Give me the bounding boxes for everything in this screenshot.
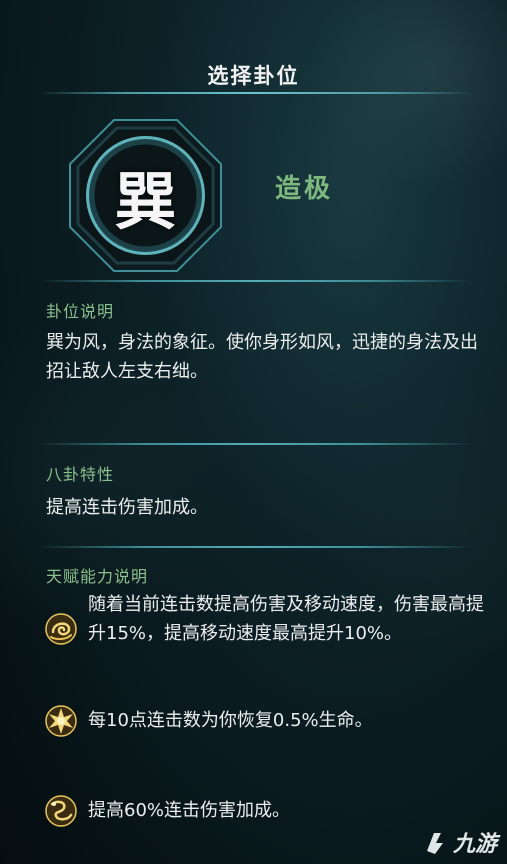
talent-ability-item: 随着当前连击数提高伤害及移动速度，伤害最高提升15%，提高移动速度最高提升10%…	[44, 590, 494, 680]
description-text: 巽为风，身法的象征。使你身形如风，迅捷的身法及出招让敌人左支右绌。	[46, 332, 478, 382]
page-title: 选择卦位	[207, 64, 300, 88]
talent-ability-item: 每10点连击数为你恢复0.5%生命。	[44, 704, 494, 740]
wind-dragon-icon	[44, 794, 78, 828]
talent-ability-text: 提高60%连击伤害加成。	[88, 800, 291, 821]
swirl-wind-icon	[44, 612, 78, 646]
trigram-character: 巽	[114, 164, 177, 238]
watermark-logo-icon	[426, 833, 443, 854]
talent-ability-text: 每10点连击数为你恢复0.5%生命。	[88, 710, 373, 731]
talent-ability-item: 提高60%连击伤害加成。	[44, 794, 494, 830]
section-divider	[38, 280, 472, 282]
watermark-text: 九游	[452, 832, 497, 857]
talent-ability-text: 随着当前连击数提高伤害及移动速度，伤害最高提升15%，提高移动速度最高提升10%…	[88, 594, 484, 644]
burst-spark-icon	[44, 704, 78, 738]
trait-title: 八卦特性	[46, 465, 115, 484]
trait-text: 提高连击伤害加成。	[46, 497, 208, 518]
watermark: 九游	[421, 826, 497, 858]
talent-name: 造极	[275, 174, 334, 204]
talents-title: 天赋能力说明	[46, 567, 149, 586]
trigram-emblem[interactable]: 巽	[68, 118, 223, 273]
section-divider	[38, 546, 472, 548]
description-title: 卦位说明	[46, 302, 115, 321]
section-divider	[38, 443, 472, 445]
header-divider	[38, 92, 472, 94]
